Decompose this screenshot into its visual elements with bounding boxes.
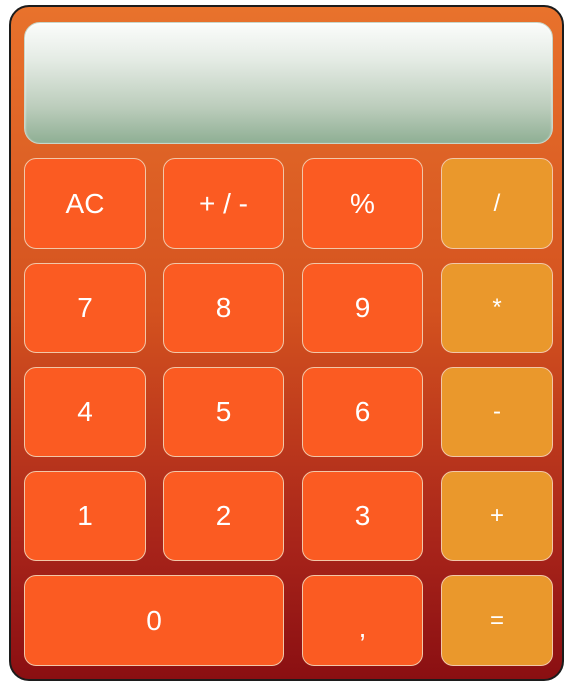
divide-button[interactable]: / — [441, 158, 553, 249]
digit-6-button[interactable]: 6 — [302, 367, 423, 457]
digit-0-button[interactable]: 0 — [24, 575, 284, 666]
add-button[interactable]: + — [441, 471, 553, 561]
digit-4-button[interactable]: 4 — [24, 367, 146, 457]
digit-9-button[interactable]: 9 — [302, 263, 423, 353]
equals-button[interactable]: = — [441, 575, 553, 666]
sign-toggle-button[interactable]: + / - — [163, 158, 284, 249]
subtract-button[interactable]: - — [441, 367, 553, 457]
digit-1-button[interactable]: 1 — [24, 471, 146, 561]
digit-5-button[interactable]: 5 — [163, 367, 284, 457]
comma-button[interactable]: , — [302, 575, 423, 666]
calculator-body: AC + / - % / 7 8 9 * 4 5 6 - 1 2 3 + 0 ,… — [9, 5, 564, 681]
percent-button[interactable]: % — [302, 158, 423, 249]
all-clear-button[interactable]: AC — [24, 158, 146, 249]
digit-7-button[interactable]: 7 — [24, 263, 146, 353]
multiply-button[interactable]: * — [441, 263, 553, 353]
calculator-display — [24, 22, 553, 144]
digit-8-button[interactable]: 8 — [163, 263, 284, 353]
digit-2-button[interactable]: 2 — [163, 471, 284, 561]
digit-3-button[interactable]: 3 — [302, 471, 423, 561]
